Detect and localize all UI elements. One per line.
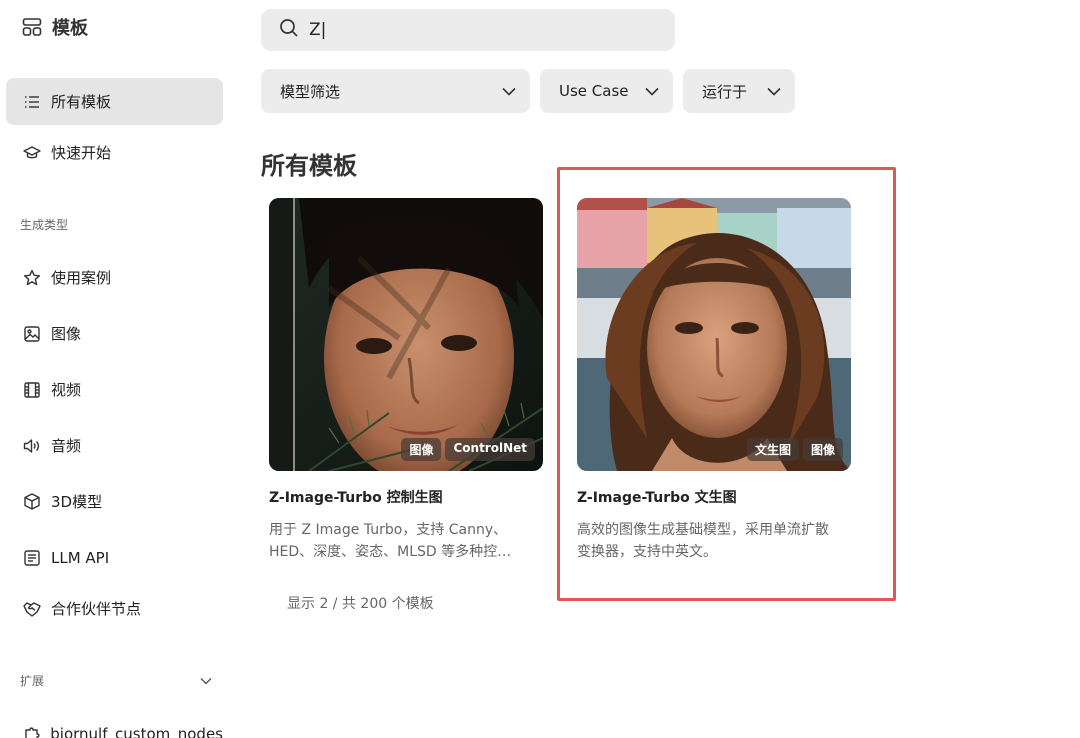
sidebar-item-image[interactable]: 图像 [6, 310, 223, 357]
filter-use-case[interactable]: Use Case [540, 69, 673, 113]
card-description-line: 用于 Z Image Turbo，支持 Canny、 [269, 522, 508, 538]
chevron-down-icon [502, 87, 516, 96]
sidebar-item-label: 3D模型 [51, 493, 103, 511]
puzzle-icon [23, 725, 40, 738]
list-icon [23, 93, 41, 111]
tag-list: 图像 ControlNet [401, 438, 535, 461]
sidebar-item-audio[interactable]: 音频 [6, 422, 223, 469]
sidebar-item-llm-api[interactable]: LLM API [6, 534, 223, 581]
handshake-icon [23, 600, 41, 618]
brand-title: 模板 [52, 18, 88, 39]
brand: 模板 [22, 14, 88, 40]
sidebar-item-partner-nodes[interactable]: 合作伙伴节点 [6, 585, 223, 632]
section-label-extend: 扩展 [20, 674, 45, 688]
filter-runs-on[interactable]: 运行于 [683, 69, 795, 113]
sidebar-item-label: LLM API [51, 548, 110, 567]
search-icon [279, 18, 299, 42]
card-description: 用于 Z Image Turbo，支持 Canny、 HED、深度、姿态、MLS… [269, 519, 543, 563]
film-icon [23, 381, 41, 399]
graduation-cap-icon [23, 144, 41, 162]
section-toggle-extend[interactable]: 扩展 [20, 672, 212, 689]
card-title[interactable]: Z-Image-Turbo 控制生图 [269, 487, 543, 507]
sidebar-item-label: 使用案例 [51, 269, 112, 287]
sidebar-item-label: 快速开始 [51, 144, 112, 162]
star-icon [23, 269, 41, 287]
search-input[interactable] [309, 20, 649, 40]
sidebar-item-3d-model[interactable]: 3D模型 [6, 478, 223, 525]
sidebar-item-label: 音频 [51, 437, 82, 455]
search-bar[interactable] [261, 9, 675, 51]
card-description-line: HED、深度、姿态、MLSD 等多种控… [269, 544, 512, 560]
section-label-generate-type: 生成类型 [20, 218, 69, 232]
sidebar-item-label: bjornulf_custom_nodes [50, 724, 223, 738]
sidebar-item-bjornulf-custom-nodes[interactable]: bjornulf_custom_nodes [6, 710, 223, 738]
document-icon [23, 549, 41, 567]
filter-label: Use Case [559, 82, 629, 100]
sidebar-item-quick-start[interactable]: 快速开始 [6, 129, 223, 176]
chevron-down-icon [767, 87, 781, 96]
filter-label: 模型筛选 [280, 82, 341, 101]
chevron-down-icon [200, 674, 212, 688]
sidebar: 模板 所有模板 快速开始 生成类型 使用案例 图像 视频 音频 3D模型 LLM… [0, 0, 240, 738]
template-count: 显示 2 / 共 200 个模板 [287, 596, 434, 612]
template-layout-icon [22, 17, 42, 37]
template-thumbnail[interactable]: 图像 ControlNet [269, 198, 543, 471]
chevron-down-icon [645, 87, 659, 96]
sidebar-item-use-cases[interactable]: 使用案例 [6, 254, 223, 301]
page-title: 所有模板 [261, 152, 357, 180]
sidebar-item-label: 所有模板 [51, 93, 112, 111]
speaker-icon [23, 437, 41, 455]
tag-badge: ControlNet [445, 438, 535, 461]
template-card-controlnet[interactable]: 图像 ControlNet Z-Image-Turbo 控制生图 用于 Z Im… [269, 198, 543, 563]
sidebar-item-label: 视频 [51, 381, 82, 399]
sidebar-item-label: 合作伙伴节点 [51, 600, 142, 618]
sidebar-item-label: 图像 [51, 325, 82, 343]
tag-badge: 图像 [401, 438, 442, 461]
filter-model[interactable]: 模型筛选 [261, 69, 530, 113]
sidebar-item-all-templates[interactable]: 所有模板 [6, 78, 223, 125]
sidebar-item-video[interactable]: 视频 [6, 366, 223, 413]
filter-label: 运行于 [702, 82, 748, 101]
cube-icon [23, 493, 41, 511]
selection-highlight-box [557, 167, 896, 601]
image-icon [23, 325, 41, 343]
